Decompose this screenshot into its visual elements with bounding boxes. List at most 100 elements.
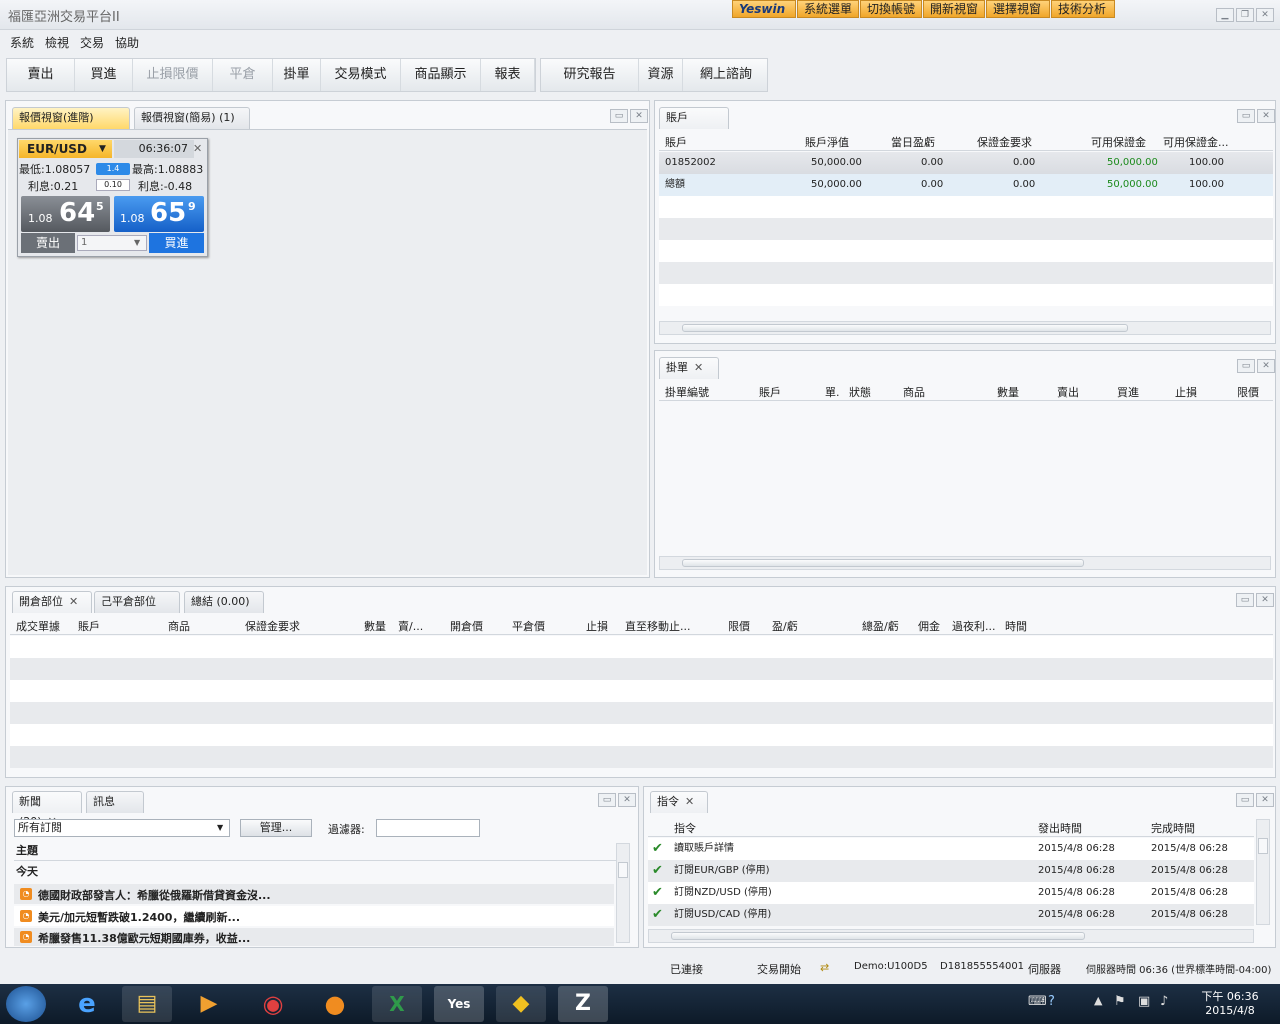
browser-icon[interactable]: ● (310, 986, 360, 1022)
col-symbol[interactable]: 商品 (903, 384, 925, 400)
scroll-thumb[interactable] (1258, 838, 1268, 854)
media-player-icon[interactable]: ▶ (184, 986, 234, 1022)
excel-icon[interactable]: X (372, 986, 422, 1022)
system-menu-button[interactable]: 系統選單 (797, 0, 859, 18)
list-item[interactable]: ◔ 德國財政部發言人：希臘從俄羅斯借貸資金沒... (14, 884, 614, 904)
yeswin-button[interactable]: Yeswin (732, 0, 796, 18)
col-margin-req[interactable]: 保證金要求 (977, 134, 1032, 150)
col-amount[interactable]: 數量 (364, 618, 386, 634)
close-icon[interactable]: ✕ (1257, 109, 1275, 123)
start-button[interactable] (6, 986, 46, 1022)
tab-messages[interactable]: 訊息 (86, 791, 144, 813)
col-time[interactable]: 時間 (1005, 618, 1027, 634)
col-limit[interactable]: 限價 (1237, 384, 1259, 400)
table-row[interactable]: ✔ 訂閱NZD/USD (停用) 2015/4/8 06:28 2015/4/8… (648, 882, 1254, 904)
symbol-selector[interactable]: EUR/USD ▼ (19, 140, 112, 158)
menu-help[interactable]: 協助 (115, 34, 139, 51)
research-button[interactable]: 研究報告 (541, 59, 639, 91)
horizontal-scrollbar[interactable] (659, 321, 1271, 335)
sell-price-button[interactable]: 1.08 64 5 (21, 196, 110, 232)
lot-input[interactable]: 0.10 (96, 179, 130, 191)
scroll-thumb[interactable] (671, 932, 1085, 940)
technical-analysis-button[interactable]: 技術分析 (1051, 0, 1115, 18)
trading-app-icon[interactable]: ◆ (496, 986, 546, 1022)
table-row[interactable]: 總額 50,000.00 0.00 0.00 50,000.00 100.00 (659, 174, 1273, 196)
col-stop[interactable]: 止損 (586, 618, 608, 634)
table-row[interactable]: ✔ 訂閱EUR/GBP (停用) 2015/4/8 06:28 2015/4/8… (648, 860, 1254, 882)
menu-system[interactable]: 系統 (10, 34, 34, 51)
ie-icon[interactable]: e (62, 986, 112, 1022)
manage-button[interactable]: 管理... (240, 819, 312, 837)
subject-header[interactable]: 主題 (14, 841, 624, 861)
col-trailing-stop[interactable]: 直至移動止... (625, 618, 691, 634)
close-icon[interactable]: ✕ (1256, 593, 1274, 607)
col-daily-pl[interactable]: 當日盈虧 (891, 134, 935, 150)
symbol-display-button[interactable]: 商品顯示 (401, 59, 481, 91)
maximize-icon[interactable]: ▭ (610, 109, 628, 123)
help-icon[interactable]: ? (1048, 994, 1055, 1009)
menu-trade[interactable]: 交易 (80, 34, 104, 51)
col-close-price[interactable]: 平倉價 (512, 618, 545, 634)
close-position-button[interactable]: 平倉 (213, 59, 273, 91)
col-symbol[interactable]: 商品 (168, 618, 190, 634)
list-item[interactable]: ◔ 美元/加元短暫跌破1.2400，繼續刷新... (14, 906, 614, 926)
col-sent-time[interactable]: 發出時間 (1038, 820, 1082, 836)
clock[interactable]: 下午 06:36 2015/4/8 (1190, 988, 1270, 1017)
col-amount[interactable]: 數量 (997, 384, 1019, 400)
switch-account-button[interactable]: 切換帳號 (860, 0, 922, 18)
close-icon[interactable]: ✕ (618, 793, 636, 807)
list-item[interactable]: ◔ 希臘發售11.38億歐元短期國庫券，收益... (14, 928, 614, 946)
menu-view[interactable]: 檢視 (45, 34, 69, 51)
network-icon[interactable]: ▣ (1138, 994, 1150, 1009)
horizontal-scrollbar[interactable] (648, 929, 1254, 943)
trading-mode-button[interactable]: 交易模式 (321, 59, 401, 91)
col-usable-margin-pct[interactable]: 可用保證金... (1163, 134, 1229, 150)
chrome-icon[interactable]: ◉ (248, 986, 298, 1022)
tab-quote-advanced[interactable]: 報價視窗(進階) (1)✕ (12, 107, 130, 144)
tab-open-positions[interactable]: 開倉部位 ✕ (12, 591, 92, 613)
horizontal-scrollbar[interactable] (659, 556, 1271, 570)
stop-limit-button[interactable]: 止損限價 (133, 59, 213, 91)
col-gross-pl[interactable]: 總盈/虧 (862, 618, 899, 634)
col-buy[interactable]: 買進 (1117, 384, 1139, 400)
reports-button[interactable]: 報表 (481, 59, 535, 91)
col-done-time[interactable]: 完成時間 (1151, 820, 1195, 836)
maximize-icon[interactable]: ▭ (1237, 109, 1255, 123)
col-stop[interactable]: 止損 (1175, 384, 1197, 400)
maximize-icon[interactable]: ▭ (1236, 793, 1254, 807)
close-icon[interactable]: ✕ (630, 109, 648, 123)
tab-orders[interactable]: 掛單 ✕ (659, 357, 719, 379)
folder-icon[interactable]: ▤ (122, 986, 172, 1022)
close-icon[interactable]: ✕ (1257, 359, 1275, 373)
close-icon[interactable]: ✕ (685, 795, 694, 808)
restore-icon[interactable]: ❐ (1236, 8, 1254, 22)
sell-button[interactable]: 賣出 (7, 59, 75, 91)
volume-icon[interactable]: ♪ (1160, 994, 1168, 1009)
col-ticket[interactable]: 成交單據 (16, 618, 60, 634)
sell-label-button[interactable]: 賣出 (21, 233, 75, 253)
tab-closed-positions[interactable]: 己平倉部位 (94, 591, 180, 613)
keyboard-icon[interactable]: ⌨ (1028, 994, 1047, 1009)
buy-price-button[interactable]: 1.08 65 9 (114, 196, 204, 232)
col-limit[interactable]: 限價 (728, 618, 750, 634)
close-icon[interactable]: ✕ (69, 595, 78, 608)
col-account[interactable]: 賬戶 (665, 134, 687, 150)
entry-order-button[interactable]: 掛單 (273, 59, 321, 91)
maximize-icon[interactable]: ▭ (1237, 359, 1255, 373)
col-side[interactable]: 賣/... (398, 618, 423, 634)
col-commission[interactable]: 佣金 (918, 618, 940, 634)
table-row[interactable]: ✔ 訂閱USD/CAD (停用) 2015/4/8 06:28 2015/4/8… (648, 904, 1254, 926)
tab-news[interactable]: 新聞(20)✕ (12, 791, 82, 828)
col-status[interactable]: 狀態 (849, 384, 871, 400)
col-rollover[interactable]: 過夜利... (952, 618, 996, 634)
amount-select[interactable]: 1 ▼ (77, 235, 147, 251)
col-margin-req[interactable]: 保證金要求 (245, 618, 300, 634)
tab-accounts[interactable]: 賬戶 (1)✕ (659, 107, 729, 144)
col-usable-margin[interactable]: 可用保證金 (1091, 134, 1146, 150)
z-app-icon[interactable]: Z (558, 986, 608, 1022)
tab-commands[interactable]: 指令 ✕ (650, 791, 708, 813)
col-open-price[interactable]: 開倉價 (450, 618, 483, 634)
vertical-scrollbar[interactable] (616, 843, 630, 943)
subscription-select[interactable]: 所有訂閱 ▼ (14, 819, 230, 837)
maximize-icon[interactable]: ▭ (1236, 593, 1254, 607)
